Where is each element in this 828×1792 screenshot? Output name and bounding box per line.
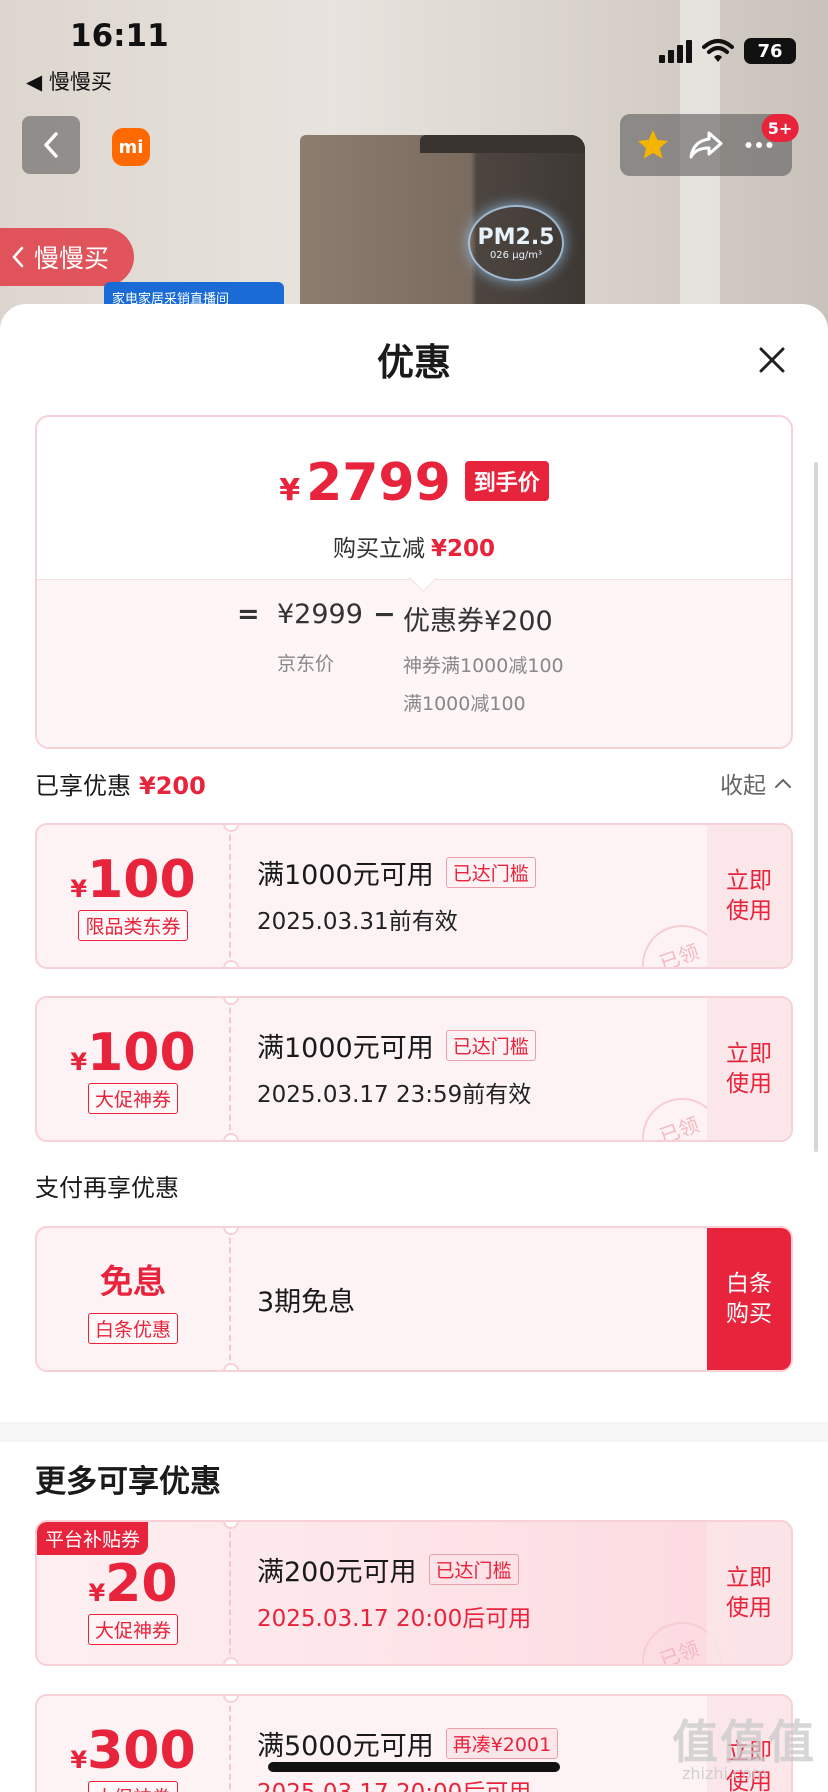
coupon-condition: 满1000元可用: [257, 1033, 434, 1064]
threshold-reached-badge: 已达门槛: [445, 857, 536, 888]
coupon-validity: 2025.03.31前有效: [257, 909, 458, 935]
pay-section-label: 支付再享优惠: [35, 1174, 179, 1202]
pm25-title: PM2.5: [477, 225, 555, 250]
coupon-validity: 2025.03.17 20:00后可用: [257, 1606, 532, 1632]
coupon-value: ¥ 100 大促神券: [37, 998, 231, 1140]
pm25-value: 026 μg/m³: [489, 250, 543, 261]
status-icons: 76: [659, 38, 796, 64]
coupon-info: 满200元可用 已达门槛 2025.03.17 20:00后可用: [257, 1550, 531, 1633]
close-icon[interactable]: [752, 340, 792, 380]
chevron-left-icon: [12, 246, 24, 268]
use-now-button[interactable]: 立即使用: [707, 998, 791, 1140]
signal-icon: [659, 39, 692, 63]
use-now-button[interactable]: 立即使用: [707, 1522, 791, 1664]
coupon-card: ¥ 100 限品类东券 满1000元可用 已达门槛 2025.03.31前有效 …: [35, 823, 793, 969]
price-currency: ¥: [279, 473, 301, 508]
coupon-card: ¥ 100 大促神券 满1000元可用 已达门槛 2025.03.17 23:5…: [35, 996, 793, 1142]
coupon-validity: 2025.03.17 23:59前有效: [257, 1082, 532, 1108]
reduce-amount: ¥200: [430, 536, 495, 562]
final-price-tag: 到手价: [464, 461, 549, 501]
threshold-reached-badge: 已达门槛: [428, 1554, 519, 1585]
price-summary: ¥ 2799 到手价 购买立减 ¥200 = ¥2999 − 优惠券¥200 京东…: [35, 415, 793, 749]
manmanmai-float-button[interactable]: 慢慢买: [0, 228, 134, 286]
coupon-condition: 满200元可用: [257, 1557, 417, 1588]
home-indicator[interactable]: [268, 1762, 560, 1772]
enjoyed-amount: ¥200: [139, 772, 206, 800]
baitiao-card: 免息 白条优惠 3期免息 白条购买: [35, 1226, 793, 1372]
coupon-value: ¥ 300 大促神券: [37, 1696, 231, 1792]
wifi-icon: [702, 39, 734, 62]
formula-equals: =: [237, 599, 260, 630]
baitiao-buy-button[interactable]: 白条购买: [707, 1228, 791, 1370]
star-icon[interactable]: [635, 127, 671, 163]
collapse-label: 收起: [720, 773, 766, 799]
reduce-row: 购买立减 ¥200: [37, 529, 791, 563]
scrollbar[interactable]: [814, 462, 818, 1152]
jd-price-label: 京东价: [277, 653, 335, 675]
coupon-amount: 100: [87, 1022, 196, 1083]
coupon-currency: ¥: [70, 1745, 88, 1774]
notification-badge: 5+: [761, 114, 799, 142]
coupon-amount: 20: [105, 1553, 178, 1614]
enjoyed-label: 已享优惠 ¥200: [35, 766, 206, 801]
coupon-type-tag: 大促神券: [87, 1780, 178, 1792]
formula-minus: −: [373, 599, 396, 630]
coupon-value: ¥ 100 限品类东券: [37, 825, 231, 967]
coupon-condition: 满5000元可用: [257, 1731, 434, 1762]
coupon-total: 优惠券¥200: [403, 606, 553, 637]
sheet-title: 优惠: [377, 341, 451, 384]
need-more-badge: 再凑¥2001: [445, 1728, 559, 1759]
battery-icon: 76: [744, 38, 796, 64]
coupon-detail-1: 神券满1000减100: [403, 655, 564, 677]
final-price: 2799: [306, 453, 451, 513]
interest-free-title: 免息: [100, 1261, 166, 1301]
installment-desc: 3期免息: [257, 1287, 356, 1318]
coupon-info: 满5000元可用 再凑¥2001 2025.03.17 20:00后可用: [257, 1724, 559, 1792]
coupon-info: 满1000元可用 已达门槛 2025.03.17 23:59前有效: [257, 1026, 536, 1109]
baitiao-value: 免息 白条优惠: [37, 1228, 231, 1370]
product-page-background: PM2.5 026 μg/m³ 16:11 ◀ 慢慢买 76 mi 5+ 慢慢买…: [0, 0, 828, 330]
coupon-type-tag: 大促神券: [87, 1082, 178, 1114]
coupon-type-tag: 大促神券: [87, 1613, 178, 1645]
coupon-info: 满1000元可用 已达门槛 2025.03.31前有效: [257, 853, 536, 936]
baitiao-tag: 白条优惠: [87, 1312, 178, 1344]
more-discounts-title: 更多可享优惠: [35, 1464, 221, 1500]
use-now-button[interactable]: 立即使用: [707, 825, 791, 967]
site-watermark-url: zhizhi.com: [682, 1764, 768, 1783]
coupon-card: ¥ 20 大促神券 平台补贴券 满200元可用 已达门槛 2025.03.17 …: [35, 1520, 793, 1666]
status-time: 16:11: [70, 18, 169, 54]
coupon-currency: ¥: [70, 1047, 88, 1076]
brand-logo[interactable]: mi: [112, 128, 150, 166]
back-arrow-icon: [44, 132, 58, 158]
platform-subsidy-tag: 平台补贴券: [37, 1522, 149, 1555]
back-button[interactable]: [22, 116, 80, 174]
chevron-up-icon: [775, 778, 791, 788]
site-watermark: 值值值: [672, 1715, 816, 1769]
share-icon[interactable]: [688, 127, 724, 163]
coupon-type-tag: 限品类东券: [78, 909, 188, 941]
price-summary-top: ¥ 2799 到手价 购买立减 ¥200: [37, 417, 791, 579]
section-divider: [0, 1422, 828, 1442]
coupon-detail-2: 满1000减100: [403, 693, 526, 715]
discount-sheet: 优惠 ¥ 2799 到手价 购买立减 ¥200 = ¥2999 − 优惠券¥200…: [0, 304, 828, 1792]
float-pill-label: 慢慢买: [34, 244, 110, 273]
coupon-amount: 100: [87, 849, 196, 910]
collapse-button[interactable]: 收起: [720, 766, 792, 800]
coupon-currency: ¥: [88, 1578, 106, 1607]
jd-price: ¥2999: [277, 599, 363, 630]
reduce-label: 购买立减: [332, 536, 425, 562]
coupon-validity: 2025.03.17 20:00后可用: [257, 1773, 558, 1792]
baitiao-info: 3期免息: [257, 1280, 355, 1319]
product-image-top: [420, 135, 585, 153]
pm25-badge: PM2.5 026 μg/m³: [468, 205, 564, 281]
coupon-condition: 满1000元可用: [257, 860, 434, 891]
coupon-currency: ¥: [70, 874, 88, 903]
threshold-reached-badge: 已达门槛: [445, 1030, 536, 1061]
status-back-app[interactable]: ◀ 慢慢买: [26, 66, 112, 96]
enjoyed-text: 已享优惠: [35, 772, 131, 800]
coupon-amount: 300: [87, 1720, 196, 1781]
final-price-row: ¥ 2799 到手价: [37, 453, 791, 513]
